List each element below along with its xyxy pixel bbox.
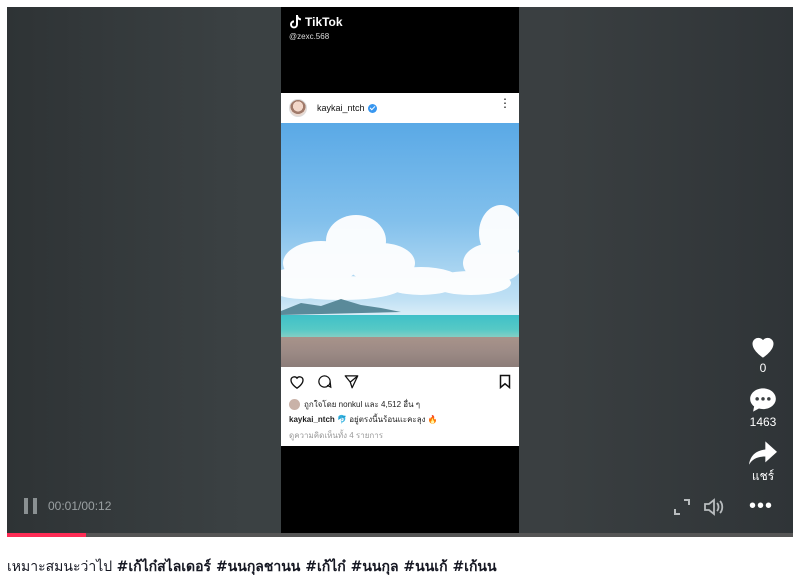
instagram-post: kaykai_ntch ⋮ ถูกใจโดย nonkul และ 4,512 … bbox=[281, 93, 519, 446]
pause-button[interactable] bbox=[23, 497, 39, 520]
caption-text: 🐬 อยู่ตรงนี้นร้อนแะคะลุง 🔥 bbox=[337, 415, 438, 424]
post-caption: kaykai_ntch 🐬 อยู่ตรงนี้นร้อนแะคะลุง 🔥 bbox=[281, 411, 519, 428]
video-frame[interactable]: TikTok @zexc.568 kaykai_ntch ⋮ ถูกใจโดย … bbox=[281, 7, 519, 537]
liked-by-text: ถูกใจโดย nonkul และ 4,512 อื่น ๆ bbox=[304, 399, 421, 409]
share-action[interactable]: แชร์ bbox=[733, 441, 793, 486]
send-icon bbox=[344, 374, 359, 393]
post-username-text: kaykai_ntch bbox=[317, 103, 365, 113]
tiktok-logo-icon bbox=[290, 15, 301, 29]
comment-count: 1463 bbox=[749, 415, 777, 429]
video-player[interactable]: TikTok @zexc.568 kaykai_ntch ⋮ ถูกใจโดย … bbox=[7, 7, 793, 537]
share-icon[interactable] bbox=[749, 441, 777, 465]
pause-icon[interactable] bbox=[23, 497, 39, 515]
volume-button[interactable] bbox=[703, 498, 725, 521]
description-text: เหมาะสมนะว่าไป bbox=[7, 559, 117, 575]
fullscreen-button[interactable] bbox=[674, 499, 690, 520]
tiktok-brand-text: TikTok bbox=[305, 15, 343, 29]
comment-action[interactable]: 1463 bbox=[733, 387, 793, 429]
sea bbox=[281, 315, 519, 339]
verified-icon bbox=[367, 103, 377, 113]
video-description: เหมาะสมนะว่าไป #เก้ไก๋สไลเดอร์ #นนกุลชาน… bbox=[7, 556, 497, 578]
comment-icon bbox=[317, 374, 332, 393]
heart-outline-icon bbox=[289, 374, 305, 393]
volume-icon[interactable] bbox=[703, 498, 725, 516]
bookmark-icon bbox=[499, 374, 511, 393]
post-username: kaykai_ntch bbox=[317, 103, 377, 113]
like-action[interactable]: 0 bbox=[733, 333, 793, 375]
liker-avatar bbox=[289, 398, 300, 410]
fullscreen-icon[interactable] bbox=[674, 499, 690, 515]
like-count: 0 bbox=[759, 361, 767, 375]
description-hashtags[interactable]: #เก้ไก๋สไลเดอร์ #นนกุลชานน #เก้ไก๋ #นนกุ… bbox=[117, 559, 497, 575]
avatar bbox=[289, 99, 307, 117]
view-comments-link: ดูความคิดเห็นทั้ง 4 รายการ bbox=[289, 431, 384, 440]
tiktok-handle: @zexc.568 bbox=[289, 32, 330, 41]
time-display: 00:01/00:12 bbox=[48, 499, 112, 513]
comment-bubble-icon[interactable] bbox=[749, 387, 777, 413]
post-photo bbox=[281, 123, 519, 367]
post-header: kaykai_ntch ⋮ bbox=[281, 93, 519, 123]
more-horizontal-icon[interactable]: ••• bbox=[749, 495, 773, 518]
progress-fill bbox=[7, 533, 86, 537]
tiktok-logo: TikTok bbox=[289, 15, 343, 29]
caption-username: kaykai_ntch bbox=[289, 415, 335, 424]
heart-icon[interactable] bbox=[749, 333, 777, 359]
liked-by: ถูกใจโดย nonkul และ 4,512 อื่น ๆ bbox=[281, 397, 519, 411]
share-label: แชร์ bbox=[751, 469, 775, 483]
more-vertical-icon: ⋮ bbox=[499, 96, 511, 110]
post-actions bbox=[281, 367, 519, 397]
tiktok-watermark: TikTok @zexc.568 bbox=[289, 15, 343, 41]
beach bbox=[281, 337, 519, 367]
progress-bar[interactable] bbox=[7, 533, 793, 537]
